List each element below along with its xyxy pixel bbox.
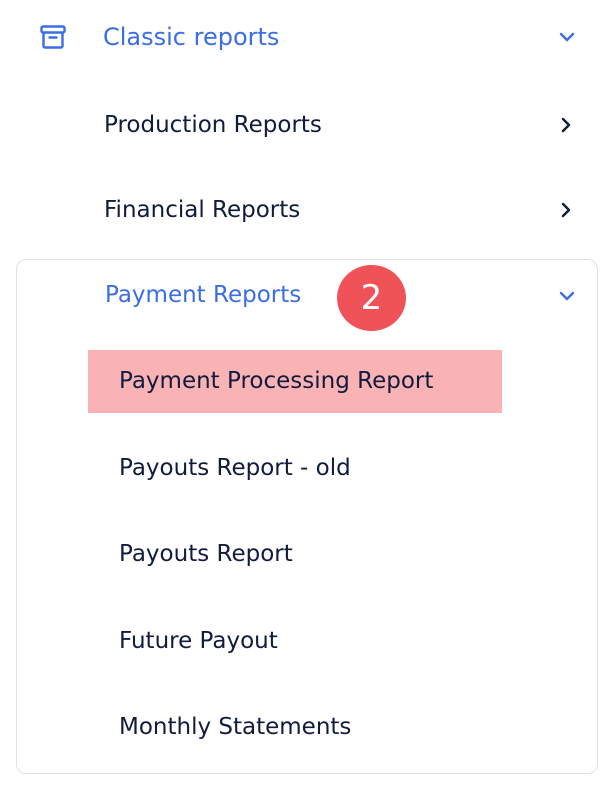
menu-item-label: Production Reports [104, 112, 322, 138]
submenu-item-label: Payouts Report [119, 541, 293, 567]
submenu-item-label: Monthly Statements [119, 714, 352, 740]
menu-item-financial-reports[interactable]: Financial Reports [0, 180, 614, 240]
submenu-item-label: Future Payout [119, 628, 278, 654]
reports-sidebar: Classic reports Production Reports Finan… [0, 0, 614, 794]
chevron-down-icon[interactable] [558, 287, 576, 305]
payment-reports-panel: Payment Reports 2 Payment Processing Rep… [16, 259, 598, 774]
archive-icon [40, 25, 66, 49]
submenu-item-payouts-report-old[interactable]: Payouts Report - old [17, 437, 597, 499]
menu-item-label: Financial Reports [104, 197, 301, 223]
chevron-right-icon [561, 117, 571, 133]
chevron-down-icon[interactable] [558, 28, 576, 46]
classic-reports-header[interactable]: Classic reports [0, 0, 614, 76]
submenu-item-payouts-report[interactable]: Payouts Report [17, 523, 597, 585]
submenu-item-monthly-statements[interactable]: Monthly Statements [17, 696, 597, 758]
submenu-item-payment-processing-report[interactable]: Payment Processing Report [17, 350, 597, 413]
payment-reports-label: Payment Reports [105, 282, 302, 308]
step-badge: 2 [337, 265, 406, 331]
submenu-item-future-payout[interactable]: Future Payout [17, 610, 597, 672]
classic-reports-title: Classic reports [103, 23, 280, 51]
menu-item-production-reports[interactable]: Production Reports [0, 95, 614, 155]
submenu-item-label: Payouts Report - old [119, 455, 351, 481]
chevron-right-icon [561, 202, 571, 218]
submenu-item-label: Payment Processing Report [119, 368, 434, 394]
payment-reports-header[interactable]: Payment Reports 2 [17, 260, 597, 336]
